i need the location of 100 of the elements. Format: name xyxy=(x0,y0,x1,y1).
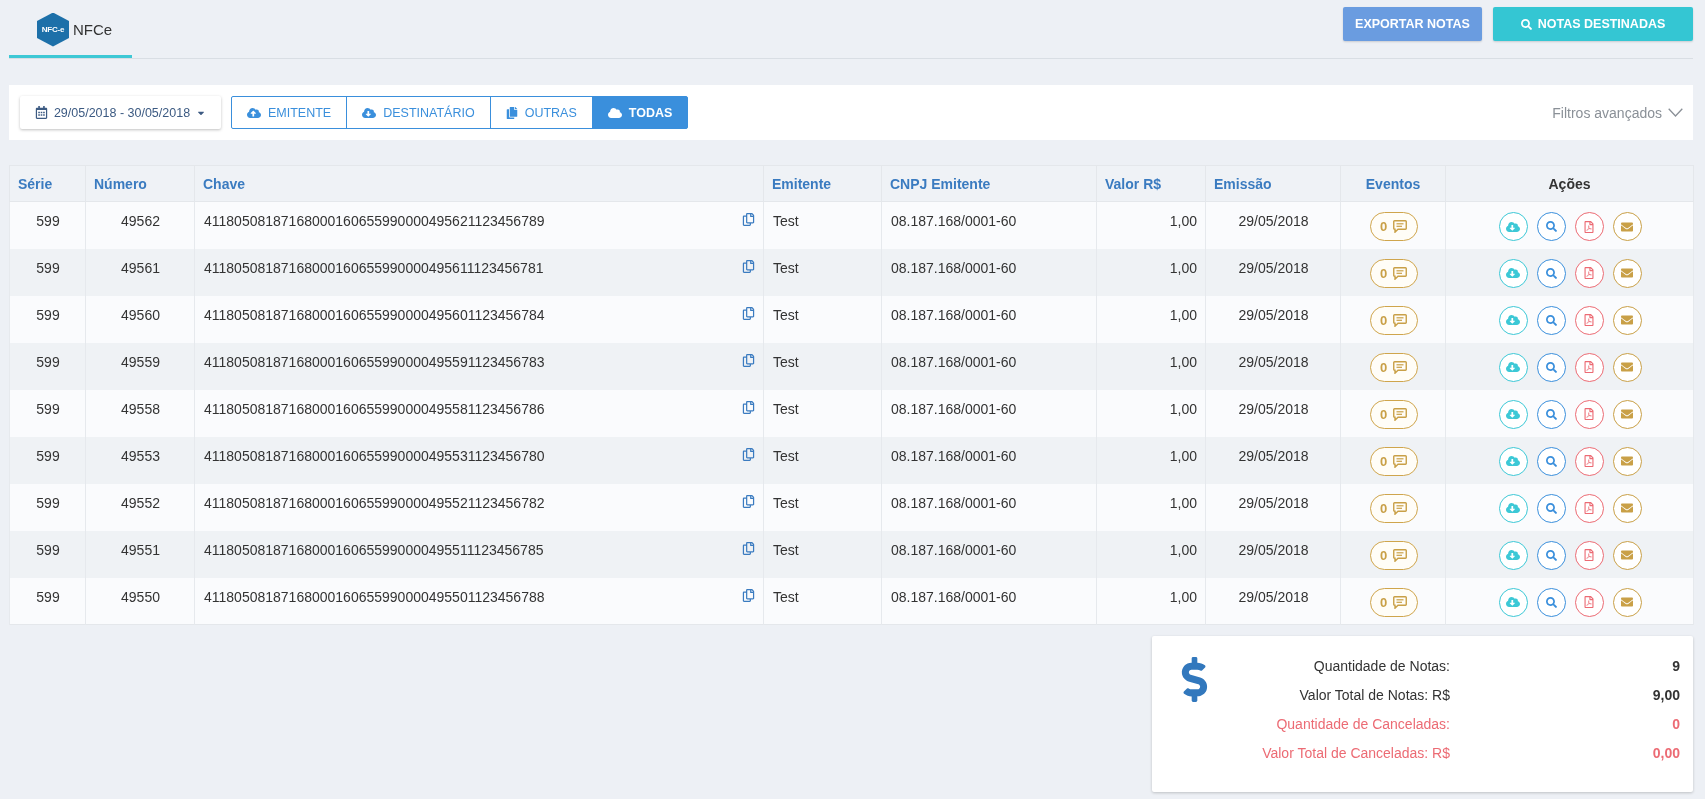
download-button[interactable] xyxy=(1498,352,1528,382)
envelope-icon xyxy=(1621,220,1633,233)
copy-button[interactable] xyxy=(742,306,755,320)
pdf-button[interactable] xyxy=(1574,446,1604,476)
download-button[interactable] xyxy=(1498,258,1528,288)
table-cell: 29/05/2018 xyxy=(1205,577,1341,625)
copy-button[interactable] xyxy=(742,353,755,367)
email-button[interactable] xyxy=(1612,305,1642,335)
column-header[interactable]: Série xyxy=(9,165,86,202)
table-cell: Test xyxy=(763,201,882,249)
cloud-download-icon xyxy=(1506,360,1520,374)
table-cell-text: 41180508187168000160655990000495521123456782 xyxy=(204,493,545,513)
copy-button[interactable] xyxy=(742,588,755,602)
copy-button[interactable] xyxy=(742,213,755,226)
table-cell: 1,00 xyxy=(1096,248,1206,296)
email-button[interactable] xyxy=(1612,446,1642,476)
search-icon xyxy=(1545,408,1557,420)
download-button[interactable] xyxy=(1498,305,1528,335)
pdf-button[interactable] xyxy=(1574,493,1604,523)
view-button[interactable] xyxy=(1536,540,1566,570)
events-button[interactable]: 0 xyxy=(1369,352,1418,382)
copy-button[interactable] xyxy=(742,400,755,414)
view-button[interactable] xyxy=(1536,305,1566,335)
files-icon xyxy=(505,106,518,119)
events-button[interactable]: 0 xyxy=(1369,399,1418,429)
column-header[interactable]: Chave xyxy=(194,165,764,202)
email-button[interactable] xyxy=(1612,399,1642,429)
column-header[interactable]: Eventos xyxy=(1340,165,1446,202)
email-button[interactable] xyxy=(1612,493,1642,523)
email-button[interactable] xyxy=(1612,352,1642,382)
cloud-download-icon xyxy=(362,105,377,120)
filter-segment[interactable]: TODAS xyxy=(591,96,689,129)
search-icon xyxy=(1545,502,1557,514)
copy-button[interactable] xyxy=(742,541,755,555)
column-header[interactable]: Valor R$ xyxy=(1096,165,1206,202)
download-button[interactable] xyxy=(1498,446,1528,476)
notas-destinadas-button[interactable]: NOTAS DESTINADAS xyxy=(1493,7,1693,41)
nfce-tab[interactable]: NFC-e NFCe xyxy=(9,0,132,58)
table-cell-text: 41180508187168000160655990000495531123456780 xyxy=(204,446,545,466)
download-button[interactable] xyxy=(1498,399,1528,429)
download-button[interactable] xyxy=(1498,212,1528,241)
summary-value: 9 xyxy=(1672,657,1680,674)
filter-segment[interactable]: DESTINATÁRIO xyxy=(346,96,491,129)
envelope-icon xyxy=(1621,361,1633,373)
table-cell: 29/05/2018 xyxy=(1205,248,1341,296)
pdf-button[interactable] xyxy=(1574,212,1604,241)
filter-segment[interactable]: OUTRAS xyxy=(489,96,593,129)
copy-button[interactable] xyxy=(742,447,755,461)
view-button[interactable] xyxy=(1536,212,1566,241)
view-button[interactable] xyxy=(1536,258,1566,288)
export-button[interactable]: EXPORTAR NOTAS xyxy=(1343,7,1482,41)
advanced-filters-toggle[interactable]: Filtros avançados xyxy=(1552,104,1683,121)
cloud-download-icon xyxy=(1506,454,1520,468)
events-button[interactable]: 0 xyxy=(1369,258,1418,288)
events-button[interactable]: 0 xyxy=(1369,540,1418,570)
download-button[interactable] xyxy=(1498,493,1528,523)
pdf-button[interactable] xyxy=(1574,352,1604,382)
table-cell: 08.187.168/0001-60 xyxy=(881,248,1097,296)
column-header[interactable]: Emissão xyxy=(1205,165,1341,202)
view-button[interactable] xyxy=(1536,399,1566,429)
view-button[interactable] xyxy=(1536,493,1566,523)
pdf-button[interactable] xyxy=(1574,587,1604,617)
events-button[interactable]: 0 xyxy=(1369,587,1418,617)
copy-button[interactable] xyxy=(742,494,755,508)
download-button[interactable] xyxy=(1498,587,1528,617)
pdf-button[interactable] xyxy=(1574,540,1604,570)
pdf-button[interactable] xyxy=(1574,305,1604,335)
table-cell: 49558 xyxy=(85,389,195,437)
pdf-button[interactable] xyxy=(1574,258,1604,288)
table-cell: 1,00 xyxy=(1096,530,1206,578)
email-button[interactable] xyxy=(1612,258,1642,288)
table-cell: 08.187.168/0001-60 xyxy=(881,295,1097,343)
envelope-icon xyxy=(1621,455,1633,467)
table-cell: 599 xyxy=(9,436,86,484)
column-header[interactable]: Emitente xyxy=(763,165,882,202)
date-range-button[interactable]: 29/05/2018 - 30/05/2018 xyxy=(20,96,221,129)
comment-icon xyxy=(1393,313,1408,327)
pdf-button[interactable] xyxy=(1574,399,1604,429)
table-cell: 49559 xyxy=(85,342,195,390)
filter-segment[interactable]: EMITENTE xyxy=(231,96,348,129)
events-button[interactable]: 0 xyxy=(1369,212,1418,241)
table-cell: 29/05/2018 xyxy=(1205,342,1341,390)
events-button[interactable]: 0 xyxy=(1369,446,1418,476)
view-button[interactable] xyxy=(1536,446,1566,476)
email-button[interactable] xyxy=(1612,540,1642,570)
download-button[interactable] xyxy=(1498,540,1528,570)
table-cell: Test xyxy=(763,483,882,531)
email-button[interactable] xyxy=(1612,587,1642,617)
copy-icon xyxy=(742,353,755,367)
column-header[interactable]: CNPJ Emitente xyxy=(881,165,1097,202)
view-button[interactable] xyxy=(1536,352,1566,382)
events-button[interactable]: 0 xyxy=(1369,305,1418,335)
events-button[interactable]: 0 xyxy=(1369,493,1418,523)
copy-button[interactable] xyxy=(742,259,755,273)
column-header[interactable]: Número xyxy=(85,165,195,202)
view-button[interactable] xyxy=(1536,587,1566,617)
copy-icon xyxy=(742,494,755,508)
copy-icon xyxy=(742,259,755,273)
email-button[interactable] xyxy=(1612,212,1642,241)
table-cell: 29/05/2018 xyxy=(1205,483,1341,531)
